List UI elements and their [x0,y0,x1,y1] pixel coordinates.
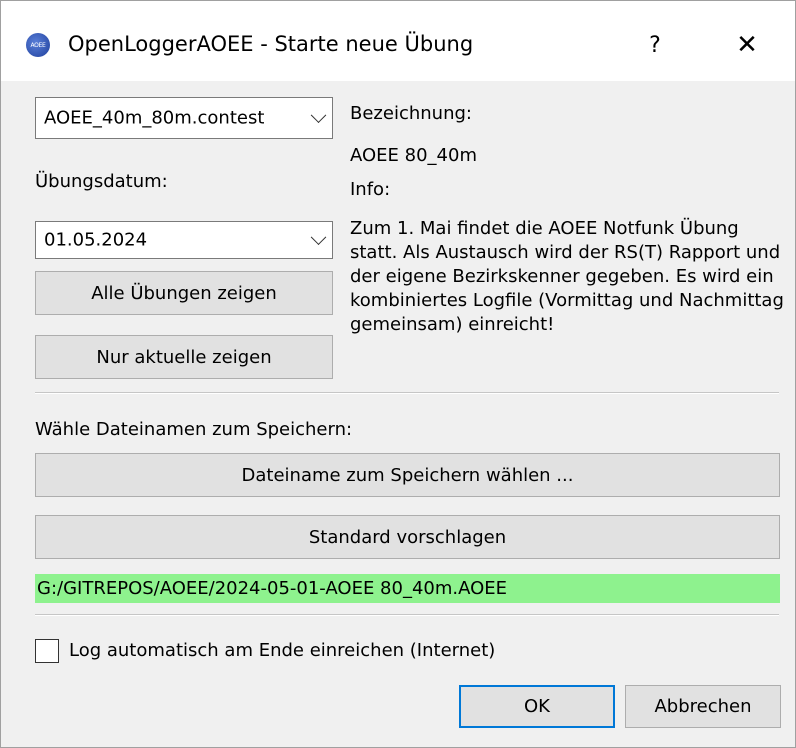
help-button[interactable]: ? [627,23,683,67]
info-label: Info: [350,179,391,200]
auto-submit-checkbox[interactable] [35,639,59,663]
contest-select-value: AOEE_40m_80m.contest [44,107,265,129]
save-path-display: G:/GITREPOS/AOEE/2024-05-01-AOEE 80_40m.… [35,574,780,603]
suggest-default-button[interactable]: Standard vorschlagen [35,515,780,559]
show-current-button[interactable]: Nur aktuelle zeigen [35,335,333,379]
contest-select[interactable]: AOEE_40m_80m.contest [35,97,333,139]
name-value: AOEE 80_40m [350,145,477,166]
date-select-value: 01.05.2024 [44,229,148,251]
title-bar[interactable]: AOEE OpenLoggerAOEE - Starte neue Übung … [1,1,795,81]
window-title: OpenLoggerAOEE - Starte neue Übung [68,32,474,56]
chevron-down-icon [310,229,327,246]
dialog-window: AOEE OpenLoggerAOEE - Starte neue Übung … [0,0,796,748]
choose-filename-button[interactable]: Dateiname zum Speichern wählen ... [35,453,780,497]
date-label: Übungsdatum: [35,171,168,192]
show-all-button[interactable]: Alle Übungen zeigen [35,271,333,315]
ok-button[interactable]: OK [459,685,615,728]
auto-submit-label[interactable]: Log automatisch am Ende einreichen (Inte… [69,638,495,664]
app-icon-text: AOEE [30,41,46,49]
aoee-logo-icon: AOEE [26,33,50,57]
name-label: Bezeichnung: [350,103,472,124]
date-select[interactable]: 01.05.2024 [35,221,333,259]
info-text: Zum 1. Mai findet die AOEE Notfunk Übung… [350,218,784,335]
cancel-button[interactable]: Abbrechen [625,685,781,728]
separator [35,392,779,394]
close-button[interactable]: ✕ [719,23,775,67]
separator [35,614,779,616]
save-label: Wähle Dateinamen zum Speichern: [35,419,353,440]
chevron-down-icon [310,107,327,124]
